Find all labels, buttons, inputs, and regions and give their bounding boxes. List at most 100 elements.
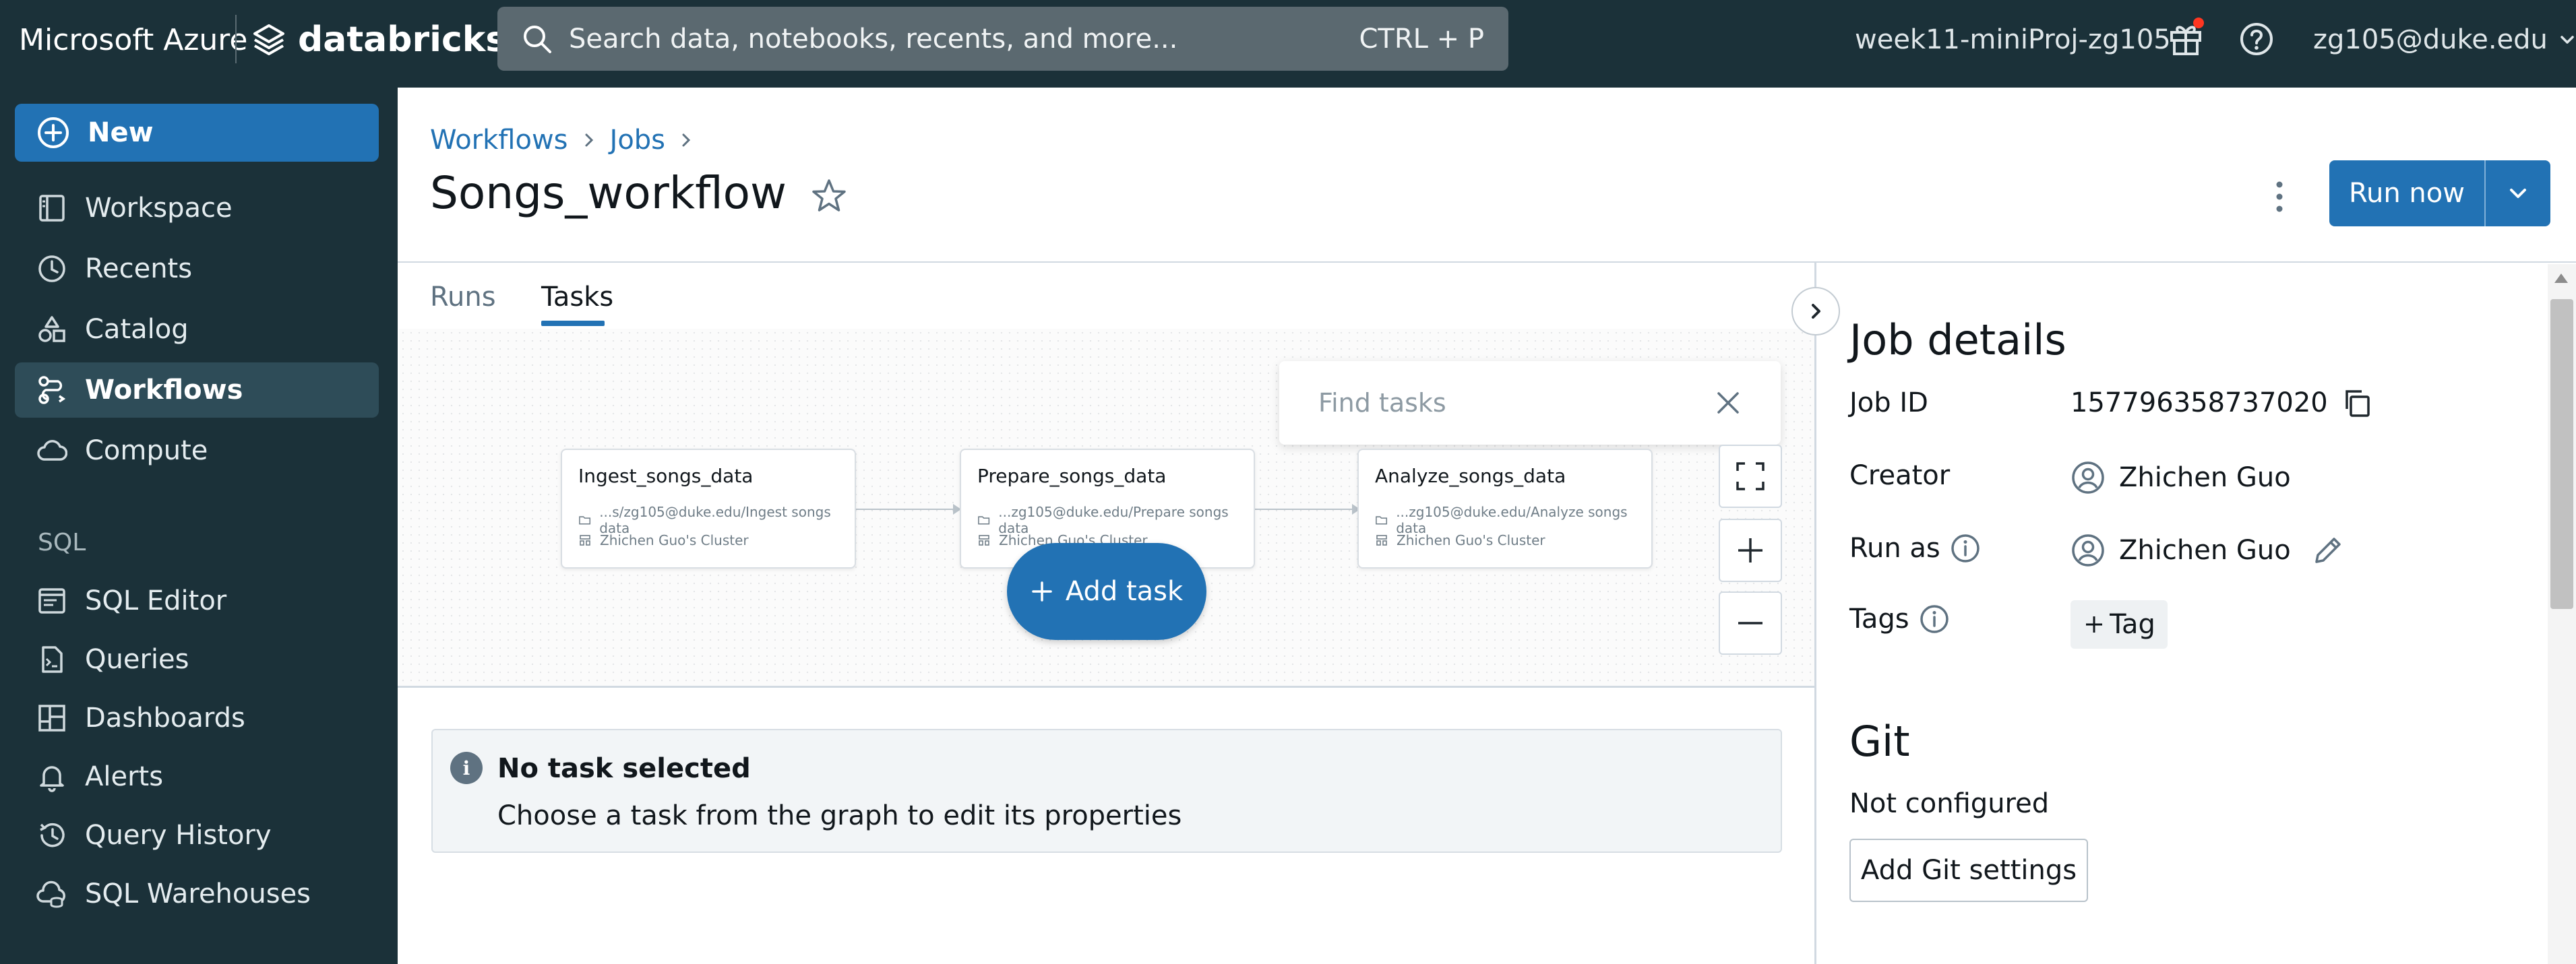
fullscreen-icon xyxy=(1736,462,1765,490)
zoom-in-button[interactable] xyxy=(1719,519,1782,582)
job-details-title: Job details xyxy=(1849,315,2066,364)
bell-icon xyxy=(40,766,64,792)
new-label: New xyxy=(88,117,154,148)
tab-tasks[interactable]: Tasks xyxy=(541,282,613,313)
info-icon: i xyxy=(450,752,483,784)
active-tab-indicator xyxy=(541,321,605,326)
workspace-switcher[interactable]: week11-miniProj-zg105 xyxy=(1855,0,2171,79)
run-options-button[interactable] xyxy=(2486,160,2550,226)
run-as-name: Zhichen Guo xyxy=(2119,535,2291,566)
azure-brand[interactable]: Microsoft Azure xyxy=(19,0,248,79)
user-avatar-icon xyxy=(2072,534,2104,567)
run-now-split-button: Run now xyxy=(2329,160,2550,226)
queries-icon xyxy=(42,646,63,673)
task-name: Ingest_songs_data xyxy=(578,465,754,487)
job-id-label: Job ID xyxy=(1849,387,1928,418)
help-icon[interactable] xyxy=(2239,22,2274,57)
sidebar-item-catalog[interactable]: Catalog xyxy=(15,302,379,357)
breadcrumb-workflows[interactable]: Workflows xyxy=(430,125,568,156)
task-connector xyxy=(856,509,958,510)
cluster-icon xyxy=(979,535,989,546)
user-menu[interactable]: zg105@duke.edu xyxy=(2313,0,2576,79)
info-icon[interactable] xyxy=(1919,604,1950,635)
tags-label: Tags xyxy=(1849,604,1950,635)
collapse-panel-button[interactable] xyxy=(1791,287,1840,335)
tags-label-text: Tags xyxy=(1849,604,1909,635)
creator-label: Creator xyxy=(1849,460,1950,491)
search-bar[interactable]: Search data, notebooks, recents, and mor… xyxy=(497,7,1508,71)
task-node-analyze[interactable]: Analyze_songs_data ...zg105@duke.edu/Ana… xyxy=(1357,449,1653,569)
creator-label-text: Creator xyxy=(1849,460,1951,491)
sidebar-item-queries[interactable]: Queries xyxy=(15,632,379,687)
run-as-label-text: Run as xyxy=(1849,533,1940,564)
sidebar-item-workspace[interactable]: Workspace xyxy=(15,181,379,236)
warehouse-icon xyxy=(36,880,65,908)
task-cluster-row: Zhichen Guo's Cluster xyxy=(1375,532,1545,548)
add-tag-label: Tag xyxy=(2110,609,2155,640)
scrollbar-thumb[interactable] xyxy=(2550,299,2573,609)
user-email: zg105@duke.edu xyxy=(2313,24,2548,55)
workflows-icon xyxy=(38,376,66,404)
add-git-settings-button[interactable]: Add Git settings xyxy=(1849,839,2088,902)
task-node-ingest[interactable]: Ingest_songs_data ...s/zg105@duke.edu/In… xyxy=(561,449,856,569)
copy-icon[interactable] xyxy=(2341,387,2372,418)
minus-icon xyxy=(1738,622,1762,624)
add-task-button[interactable]: Add task xyxy=(1007,543,1206,640)
task-name: Prepare_songs_data xyxy=(977,465,1167,487)
creator-value: Zhichen Guo xyxy=(2071,460,2291,495)
notice-body: Choose a task from the graph to edit its… xyxy=(497,800,1182,831)
scroll-up-arrow[interactable] xyxy=(2554,274,2568,283)
sidebar-item-label: Alerts xyxy=(85,761,164,792)
graph-divider xyxy=(398,686,1816,688)
sidebar-item-workflows[interactable]: Workflows xyxy=(15,362,379,418)
page-title[interactable]: Songs_workflow xyxy=(430,167,787,219)
task-connector xyxy=(1255,509,1357,510)
task-path-row: ...zg105@duke.edu/Prepare songs data xyxy=(977,504,1254,536)
history-icon xyxy=(40,823,65,847)
panel-divider[interactable] xyxy=(1814,261,1816,964)
sidebar-item-alerts[interactable]: Alerts xyxy=(15,749,379,804)
clock-icon xyxy=(38,255,65,282)
star-icon[interactable] xyxy=(809,176,849,217)
sidebar-item-label: Workflows xyxy=(85,375,243,406)
add-task-label: Add task xyxy=(1065,576,1184,607)
sidebar-item-sql-editor[interactable]: SQL Editor xyxy=(15,573,379,629)
creator-name: Zhichen Guo xyxy=(2119,462,2291,493)
tab-runs[interactable]: Runs xyxy=(430,282,496,313)
sidebar-item-dashboards[interactable]: Dashboards xyxy=(15,690,379,746)
cluster-icon xyxy=(1376,535,1387,546)
more-options-icon[interactable] xyxy=(2269,176,2290,217)
add-tag-button[interactable]: Tag xyxy=(2071,600,2168,649)
workspace-icon xyxy=(39,195,65,222)
breadcrumb-jobs[interactable]: Jobs xyxy=(610,125,666,156)
zoom-out-button[interactable] xyxy=(1719,591,1782,655)
sidebar-item-label: Catalog xyxy=(85,314,189,345)
sidebar-item-query-history[interactable]: Query History xyxy=(15,808,379,863)
job-id-label-text: Job ID xyxy=(1849,387,1928,418)
sidebar-item-label: Query History xyxy=(85,820,272,851)
task-path-row: ...s/zg105@duke.edu/Ingest songs data xyxy=(578,504,855,536)
sidebar-item-recents[interactable]: Recents xyxy=(15,241,379,296)
sidebar-item-label: Compute xyxy=(85,435,208,466)
chevron-down-icon xyxy=(2560,36,2574,44)
run-now-button[interactable]: Run now xyxy=(2329,160,2484,226)
user-avatar-icon xyxy=(2072,461,2104,494)
task-path: ...zg105@duke.edu/Analyze songs data xyxy=(1396,504,1628,536)
sidebar-item-label: Workspace xyxy=(85,193,233,224)
find-tasks-input[interactable]: Find tasks xyxy=(1279,361,1781,445)
task-name: Analyze_songs_data xyxy=(1375,465,1566,487)
info-icon[interactable] xyxy=(1950,533,1981,564)
chevron-right-icon xyxy=(682,133,691,147)
sidebar-item-compute[interactable]: Compute xyxy=(15,423,379,478)
pencil-icon[interactable] xyxy=(2311,534,2345,567)
task-cluster: Zhichen Guo's Cluster xyxy=(600,532,749,548)
close-icon[interactable] xyxy=(1715,389,1742,416)
fit-view-button[interactable] xyxy=(1719,445,1782,508)
git-status: Not configured xyxy=(1849,788,2050,819)
databricks-logo[interactable]: databricks xyxy=(252,0,506,79)
databricks-wordmark: databricks xyxy=(298,20,507,60)
plus-icon xyxy=(2086,616,2103,633)
no-task-selected-notice: i No task selected Choose a task from th… xyxy=(431,729,1782,853)
new-button[interactable]: New xyxy=(15,104,379,162)
sidebar-item-sql-warehouses[interactable]: SQL Warehouses xyxy=(15,866,379,922)
